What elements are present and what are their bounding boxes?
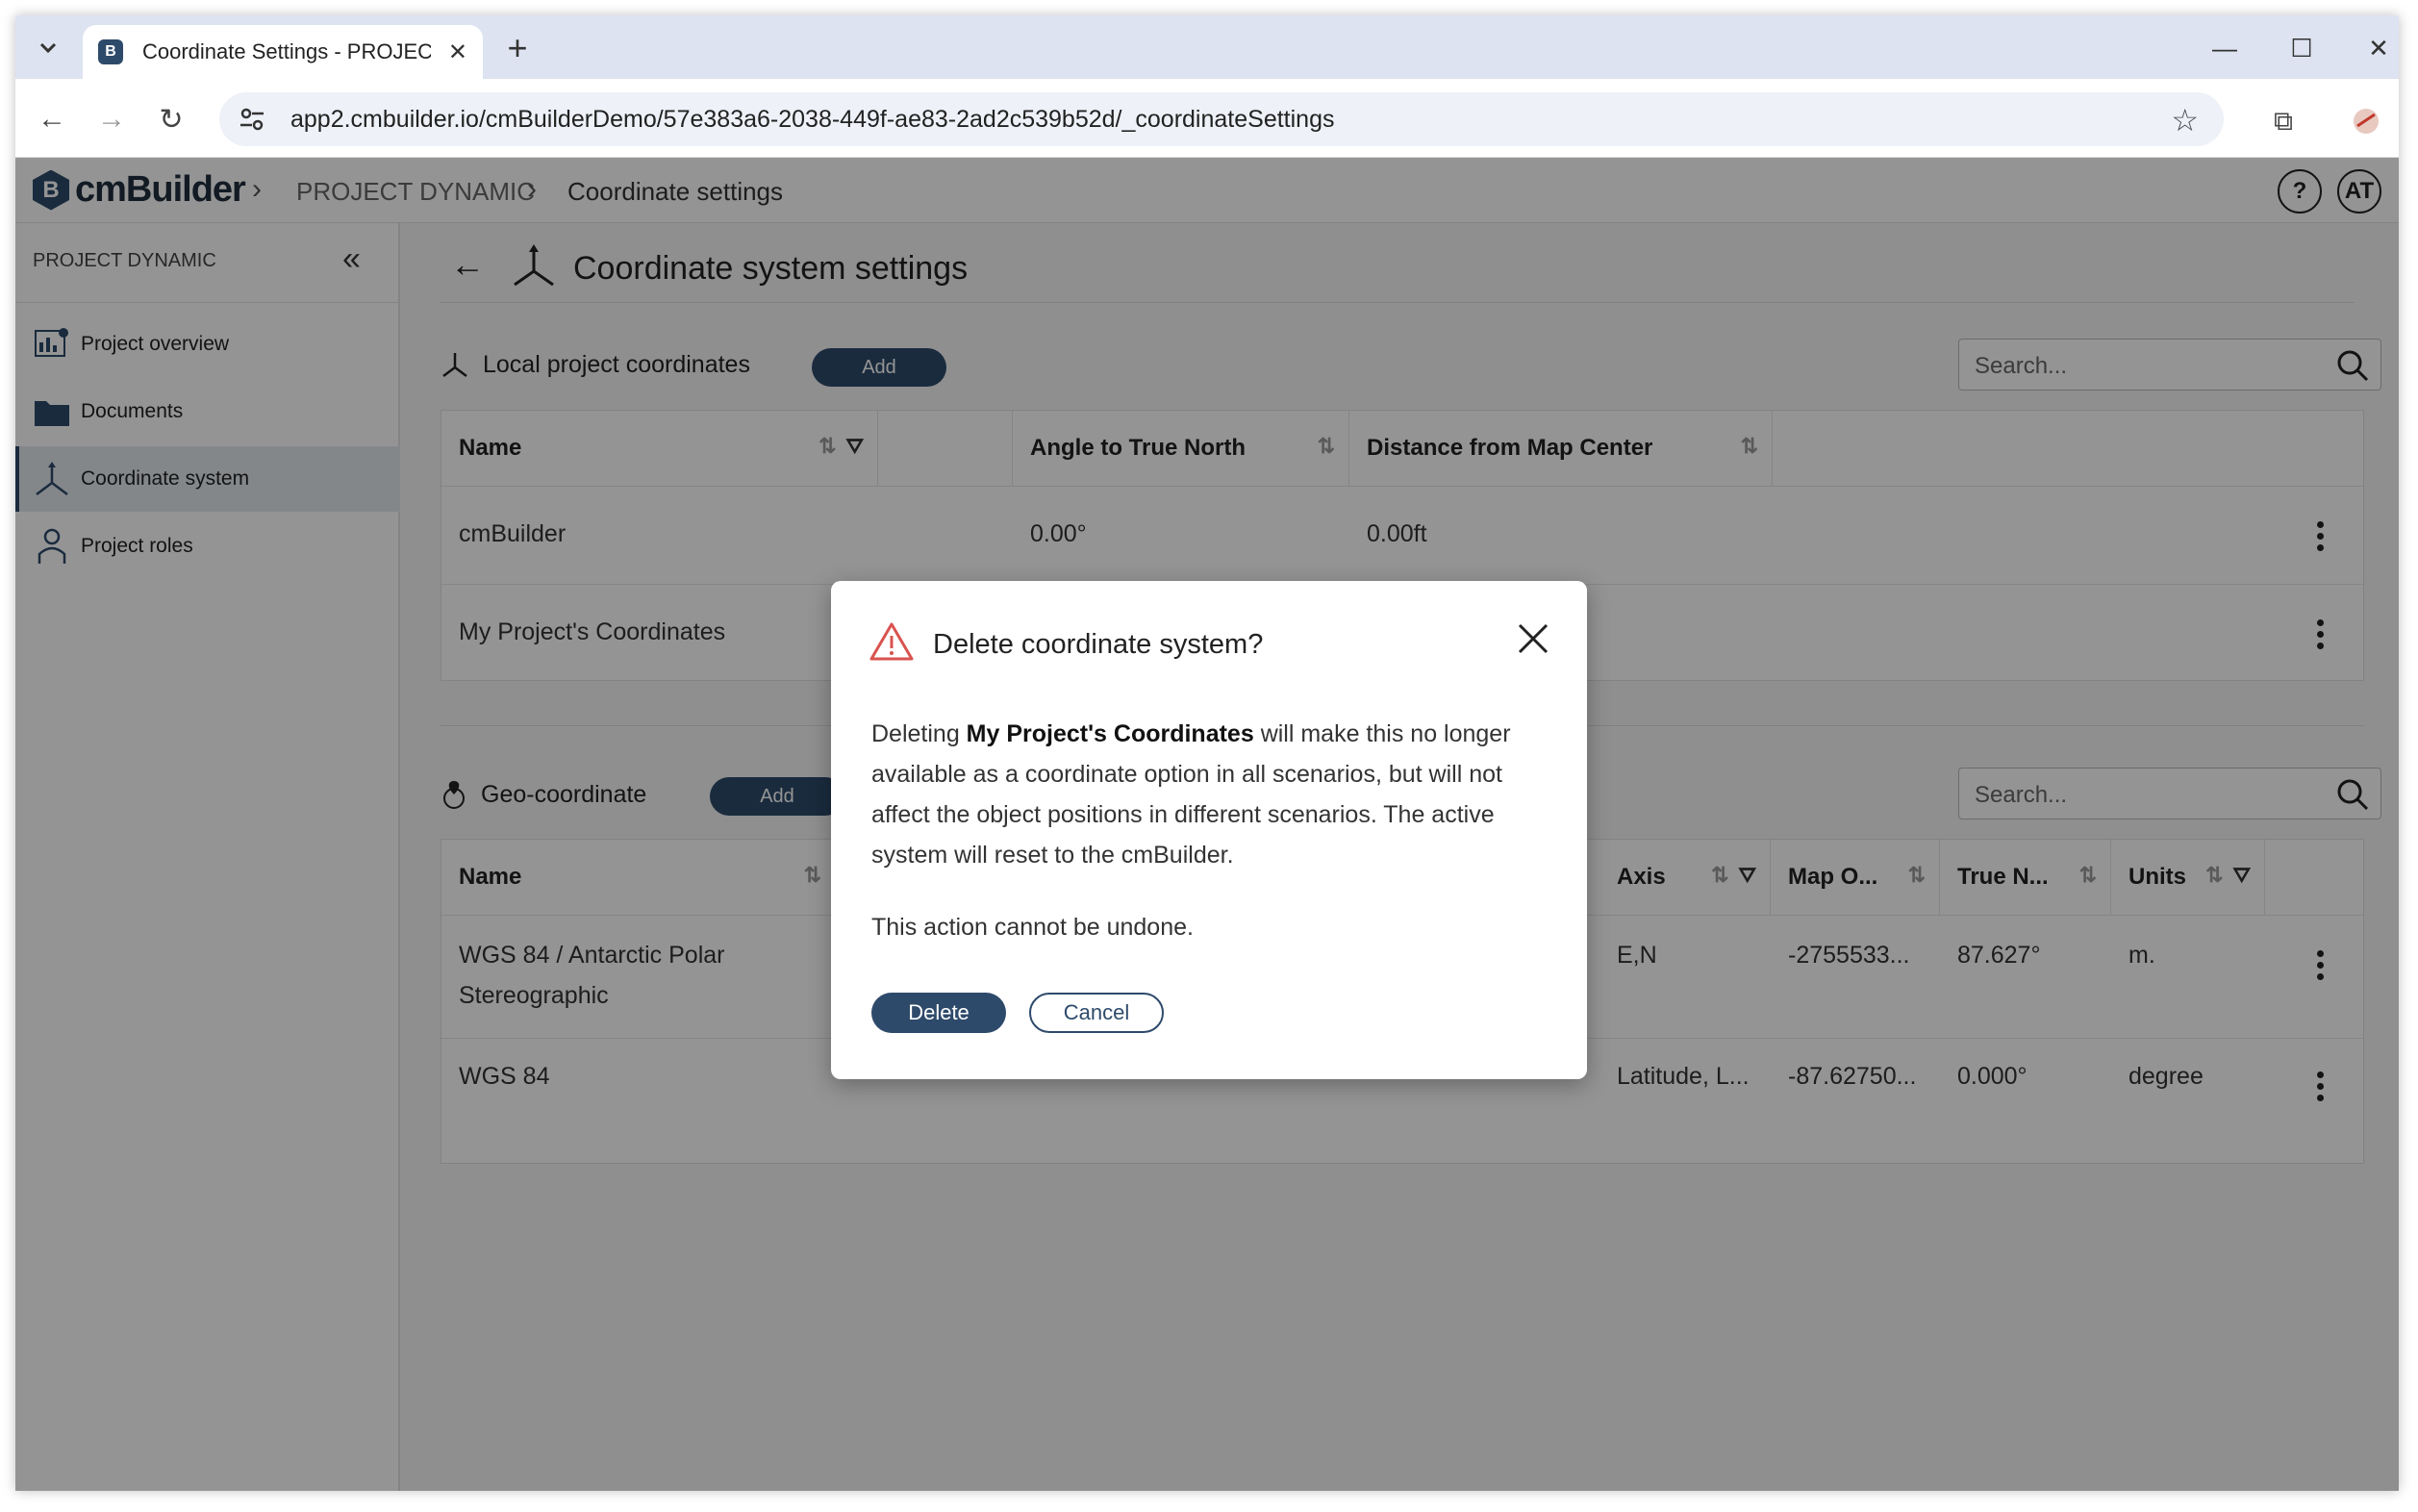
message-prefix: Deleting: [871, 720, 967, 747]
delete-button[interactable]: Delete: [871, 993, 1006, 1033]
extensions-icon[interactable]: ⧉: [2262, 100, 2305, 142]
warning-icon: [869, 622, 914, 661]
chevron-down-icon: [39, 42, 57, 54]
browser-window: B Coordinate Settings - PROJECT ✕ + — ☐ …: [15, 15, 2399, 1491]
cancel-button[interactable]: Cancel: [1029, 993, 1164, 1033]
cmbuilder-favicon-icon: B: [98, 39, 123, 64]
dialog-warning-note: This action cannot be undone.: [871, 914, 1194, 941]
window-close-icon[interactable]: ✕: [2355, 29, 2399, 67]
forward-icon[interactable]: →: [90, 98, 133, 140]
bookmark-star-icon[interactable]: ☆: [2171, 102, 2199, 139]
site-settings-icon[interactable]: [239, 106, 265, 133]
message-item-name: My Project's Coordinates: [966, 720, 1254, 747]
reload-icon[interactable]: ↻: [150, 98, 192, 140]
profile-icon[interactable]: [2345, 100, 2387, 142]
delete-confirm-dialog: Delete coordinate system? Deleting My Pr…: [831, 581, 1587, 1079]
maximize-icon[interactable]: ☐: [2278, 29, 2326, 67]
address-bar[interactable]: app2.cmbuilder.io/cmBuilderDemo/57e383a6…: [219, 92, 2224, 146]
dialog-message: Deleting My Project's Coordinates will m…: [871, 714, 1545, 875]
close-icon[interactable]: [1514, 619, 1552, 658]
browser-tab[interactable]: B Coordinate Settings - PROJECT ✕: [83, 25, 483, 79]
back-icon[interactable]: ←: [31, 98, 73, 140]
browser-toolbar: ← → ↻ app2.cmbuilder.io/cmBuilderDemo/57…: [15, 79, 2399, 158]
tab-close-icon[interactable]: ✕: [448, 38, 467, 66]
tab-bar: B Coordinate Settings - PROJECT ✕ + — ☐ …: [15, 15, 2399, 79]
tab-list-button[interactable]: [29, 29, 67, 67]
minimize-icon[interactable]: —: [2201, 29, 2249, 67]
tab-title: Coordinate Settings - PROJECT: [141, 39, 431, 63]
url-text: app2.cmbuilder.io/cmBuilderDemo/57e383a6…: [290, 106, 1335, 133]
dialog-title: Delete coordinate system?: [933, 629, 1264, 660]
new-tab-icon[interactable]: +: [496, 27, 539, 69]
